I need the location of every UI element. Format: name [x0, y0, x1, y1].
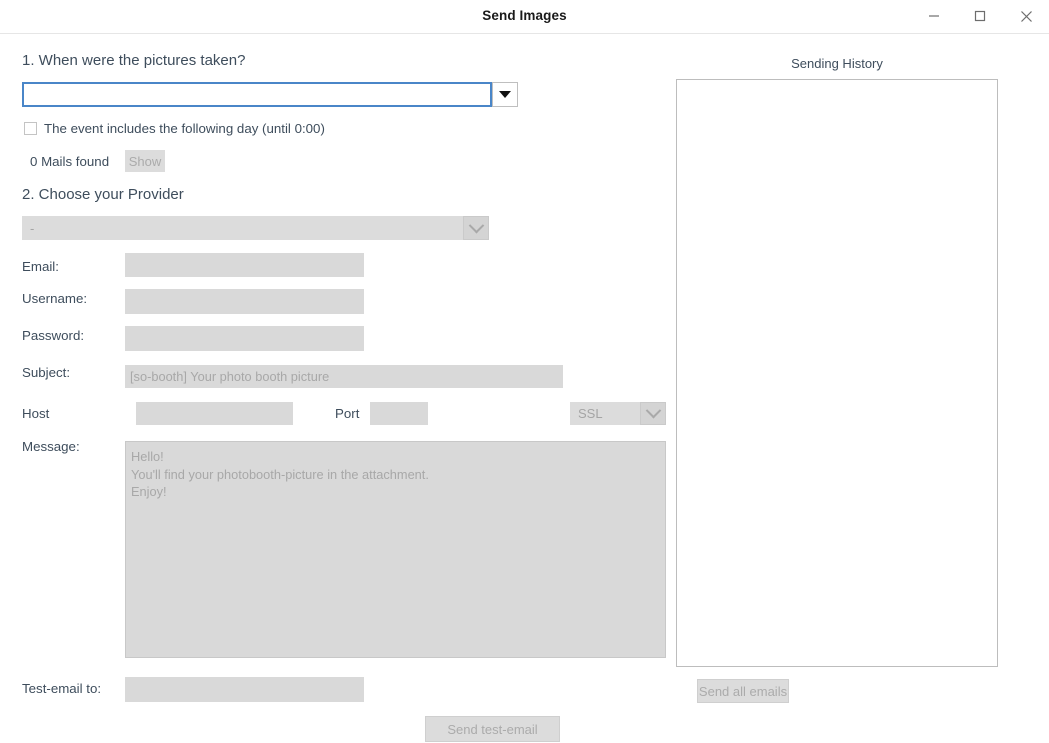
following-day-checkbox[interactable]	[24, 122, 37, 135]
message-label: Message:	[22, 439, 80, 454]
sending-history-list[interactable]	[676, 79, 998, 667]
maximize-icon	[974, 10, 986, 22]
date-combobox-input[interactable]	[22, 82, 492, 107]
step2-heading: 2. Choose your Provider	[22, 186, 184, 203]
subject-input[interactable]: [so-booth] Your photo booth picture	[125, 365, 563, 388]
date-combobox-dropdown-button[interactable]	[492, 82, 518, 107]
provider-dropdown-button[interactable]	[463, 216, 489, 240]
close-icon	[1020, 10, 1032, 22]
chevron-down-icon	[468, 217, 484, 233]
email-label: Email:	[22, 259, 59, 274]
email-input[interactable]	[125, 253, 364, 277]
provider-combobox[interactable]: -	[22, 216, 489, 240]
minimize-icon	[929, 15, 939, 17]
close-button[interactable]	[1003, 0, 1049, 32]
provider-value: -	[30, 220, 35, 236]
send-test-email-button[interactable]: Send test-email	[425, 716, 560, 742]
password-input[interactable]	[125, 326, 364, 351]
maximize-button[interactable]	[957, 0, 1003, 32]
window-controls	[911, 0, 1049, 32]
port-label: Port	[335, 406, 360, 421]
username-input[interactable]	[125, 289, 364, 314]
host-label: Host	[22, 406, 50, 421]
show-button[interactable]: Show	[125, 150, 165, 172]
ssl-combobox[interactable]: SSL	[570, 402, 666, 425]
password-label: Password:	[22, 328, 85, 343]
chevron-down-icon	[645, 402, 661, 419]
minimize-button[interactable]	[911, 0, 957, 32]
port-input[interactable]	[370, 402, 428, 425]
send-all-emails-button[interactable]: Send all emails	[697, 679, 789, 703]
following-day-label: The event includes the following day (un…	[44, 121, 325, 136]
username-label: Username:	[22, 291, 88, 306]
title-bar: Send Images	[0, 0, 1049, 34]
step1-heading: 1. When were the pictures taken?	[22, 52, 246, 69]
triangle-down-icon	[499, 91, 511, 98]
subject-label: Subject:	[22, 365, 71, 380]
test-email-label: Test-email to:	[22, 681, 102, 696]
message-textarea[interactable]: Hello! You'll find your photobooth-pictu…	[125, 441, 666, 658]
ssl-value: SSL	[578, 406, 603, 421]
mails-found-status: 0 Mails found	[30, 154, 110, 169]
sending-history-title: Sending History	[791, 56, 883, 71]
ssl-dropdown-button[interactable]	[640, 402, 666, 425]
host-input[interactable]	[136, 402, 293, 425]
test-email-input[interactable]	[125, 677, 364, 702]
window-title: Send Images	[482, 8, 567, 23]
